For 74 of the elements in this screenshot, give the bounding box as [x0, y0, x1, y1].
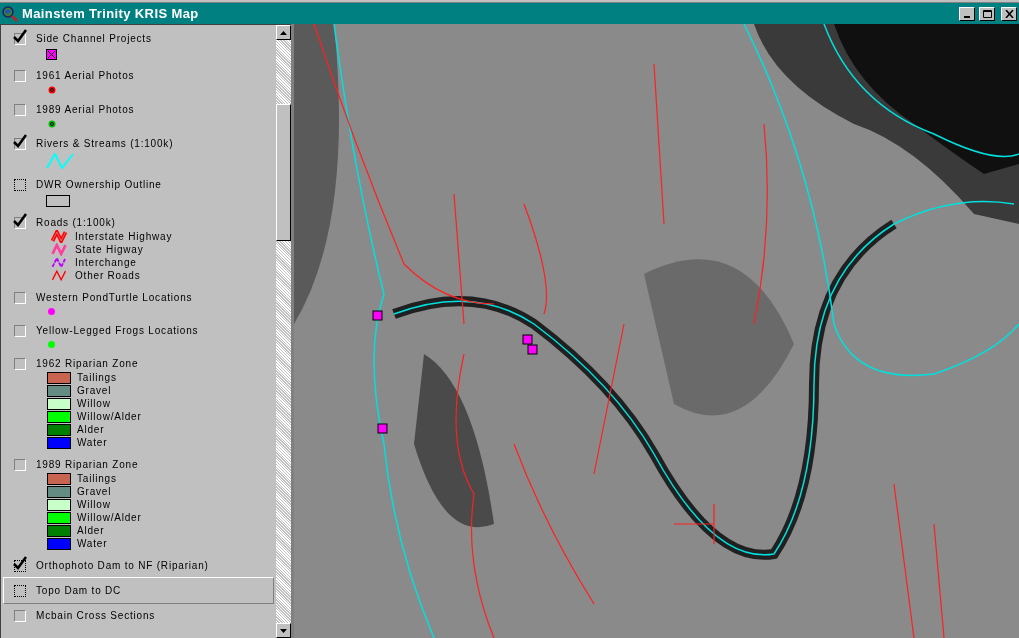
layer-label: Mcbain Cross Sections	[36, 609, 156, 623]
legend-label: Willow/Alder	[77, 511, 142, 525]
layer-row[interactable]: 1989 Riparian Zone Tailings Gravel Willow Willow/Alder Alder Water	[3, 453, 274, 554]
legend-label: Willow	[77, 397, 111, 411]
globe-magnifier-icon	[2, 5, 18, 22]
layer-checkbox[interactable]	[14, 559, 26, 572]
legend-label: Tailings	[77, 472, 117, 486]
layer-label: Side Channel Projects	[36, 32, 152, 46]
scroll-down-button[interactable]	[276, 623, 291, 638]
checkmark-icon	[13, 212, 27, 227]
minimize-button[interactable]	[959, 6, 975, 21]
layer-checkbox[interactable]	[14, 137, 26, 150]
legend-label: Willow	[77, 498, 111, 512]
layer-checkbox[interactable]	[14, 324, 26, 337]
layer-label: 1989 Aerial Photos	[36, 103, 135, 117]
layer-label: 1989 Riparian Zone	[36, 458, 139, 472]
legend-label: Interchange	[75, 256, 137, 270]
checkmark-icon	[13, 555, 27, 570]
layer-checkbox[interactable]	[14, 103, 26, 116]
layer-label: DWR Ownership Outline	[36, 178, 162, 192]
layer-row[interactable]: Roads (1:100k) Interstate Highway State Higway Interchange Other Roads	[3, 211, 274, 286]
layer-checkbox[interactable]	[14, 458, 26, 471]
legend-label: Willow/Alder	[77, 410, 142, 424]
layer-row[interactable]: Western PondTurtle Locations	[3, 286, 274, 319]
layer-row[interactable]: DWR Ownership Outline	[3, 173, 274, 211]
layer-row[interactable]: Side Channel Projects	[3, 27, 274, 64]
legend-label: State Higway	[75, 243, 144, 257]
close-button[interactable]	[1001, 6, 1017, 21]
layer-row[interactable]: 1962 Riparian Zone Tailings Gravel Willow Willow/Alder Alder Water	[3, 352, 274, 453]
layer-label: Topo Dam to DC	[36, 584, 122, 598]
scroll-thumb[interactable]	[276, 104, 291, 241]
checkmark-icon	[13, 133, 27, 148]
layer-checkbox[interactable]	[14, 216, 26, 229]
layer-label: Rivers & Streams (1:100k)	[36, 137, 174, 151]
layer-checkbox[interactable]	[14, 357, 26, 370]
scrollbar[interactable]	[276, 25, 291, 638]
legend-label: Water	[77, 537, 108, 551]
maximize-icon	[982, 9, 992, 18]
layer-label: 1961 Aerial Photos	[36, 69, 135, 83]
layer-checkbox[interactable]	[14, 178, 26, 191]
minimize-icon	[964, 15, 970, 18]
checkmark-icon	[13, 28, 27, 43]
down-arrow-icon	[280, 628, 287, 633]
layer-row[interactable]: Mcbain Cross Sections	[3, 604, 274, 627]
legend-label: Alder	[77, 524, 105, 538]
layer-row[interactable]: Yellow-Legged Frogs Locations	[3, 319, 274, 352]
scroll-up-button[interactable]	[276, 25, 291, 40]
legend-label: Other Roads	[75, 269, 141, 283]
window-title: Mainstem Trinity KRIS Map	[22, 4, 199, 23]
legend-label: Interstate Highway	[75, 230, 173, 244]
layer-row[interactable]: Topo Dam to DC	[3, 577, 274, 604]
layer-row[interactable]: 1989 Aerial Photos	[3, 98, 274, 132]
layer-checkbox[interactable]	[14, 291, 26, 304]
layer-checkbox[interactable]	[14, 609, 26, 622]
legend-label: Gravel	[77, 485, 112, 499]
layer-label: 1962 Riparian Zone	[36, 357, 139, 371]
layer-label: Roads (1:100k)	[36, 216, 116, 230]
layer-checkbox[interactable]	[14, 584, 26, 597]
layer-label: Yellow-Legged Frogs Locations	[36, 324, 199, 338]
close-icon	[1004, 9, 1014, 18]
layer-checkbox[interactable]	[14, 32, 26, 45]
layer-row[interactable]: Orthophoto Dam to NF (Riparian)	[3, 554, 274, 577]
layer-row[interactable]: 1961 Aerial Photos	[3, 64, 274, 98]
legend-label: Water	[77, 436, 108, 450]
maximize-button[interactable]	[979, 6, 995, 21]
outline-symbol-icon	[46, 195, 70, 207]
legend-label: Tailings	[77, 371, 117, 385]
up-arrow-icon	[280, 30, 287, 35]
legend-label: Gravel	[77, 384, 112, 398]
layer-row[interactable]: Rivers & Streams (1:100k)	[3, 132, 274, 173]
layer-checkbox[interactable]	[14, 69, 26, 82]
legend-label: Alder	[77, 423, 105, 437]
layer-label: Western PondTurtle Locations	[36, 291, 193, 305]
layer-label: Orthophoto Dam to NF (Riparian)	[36, 559, 209, 573]
